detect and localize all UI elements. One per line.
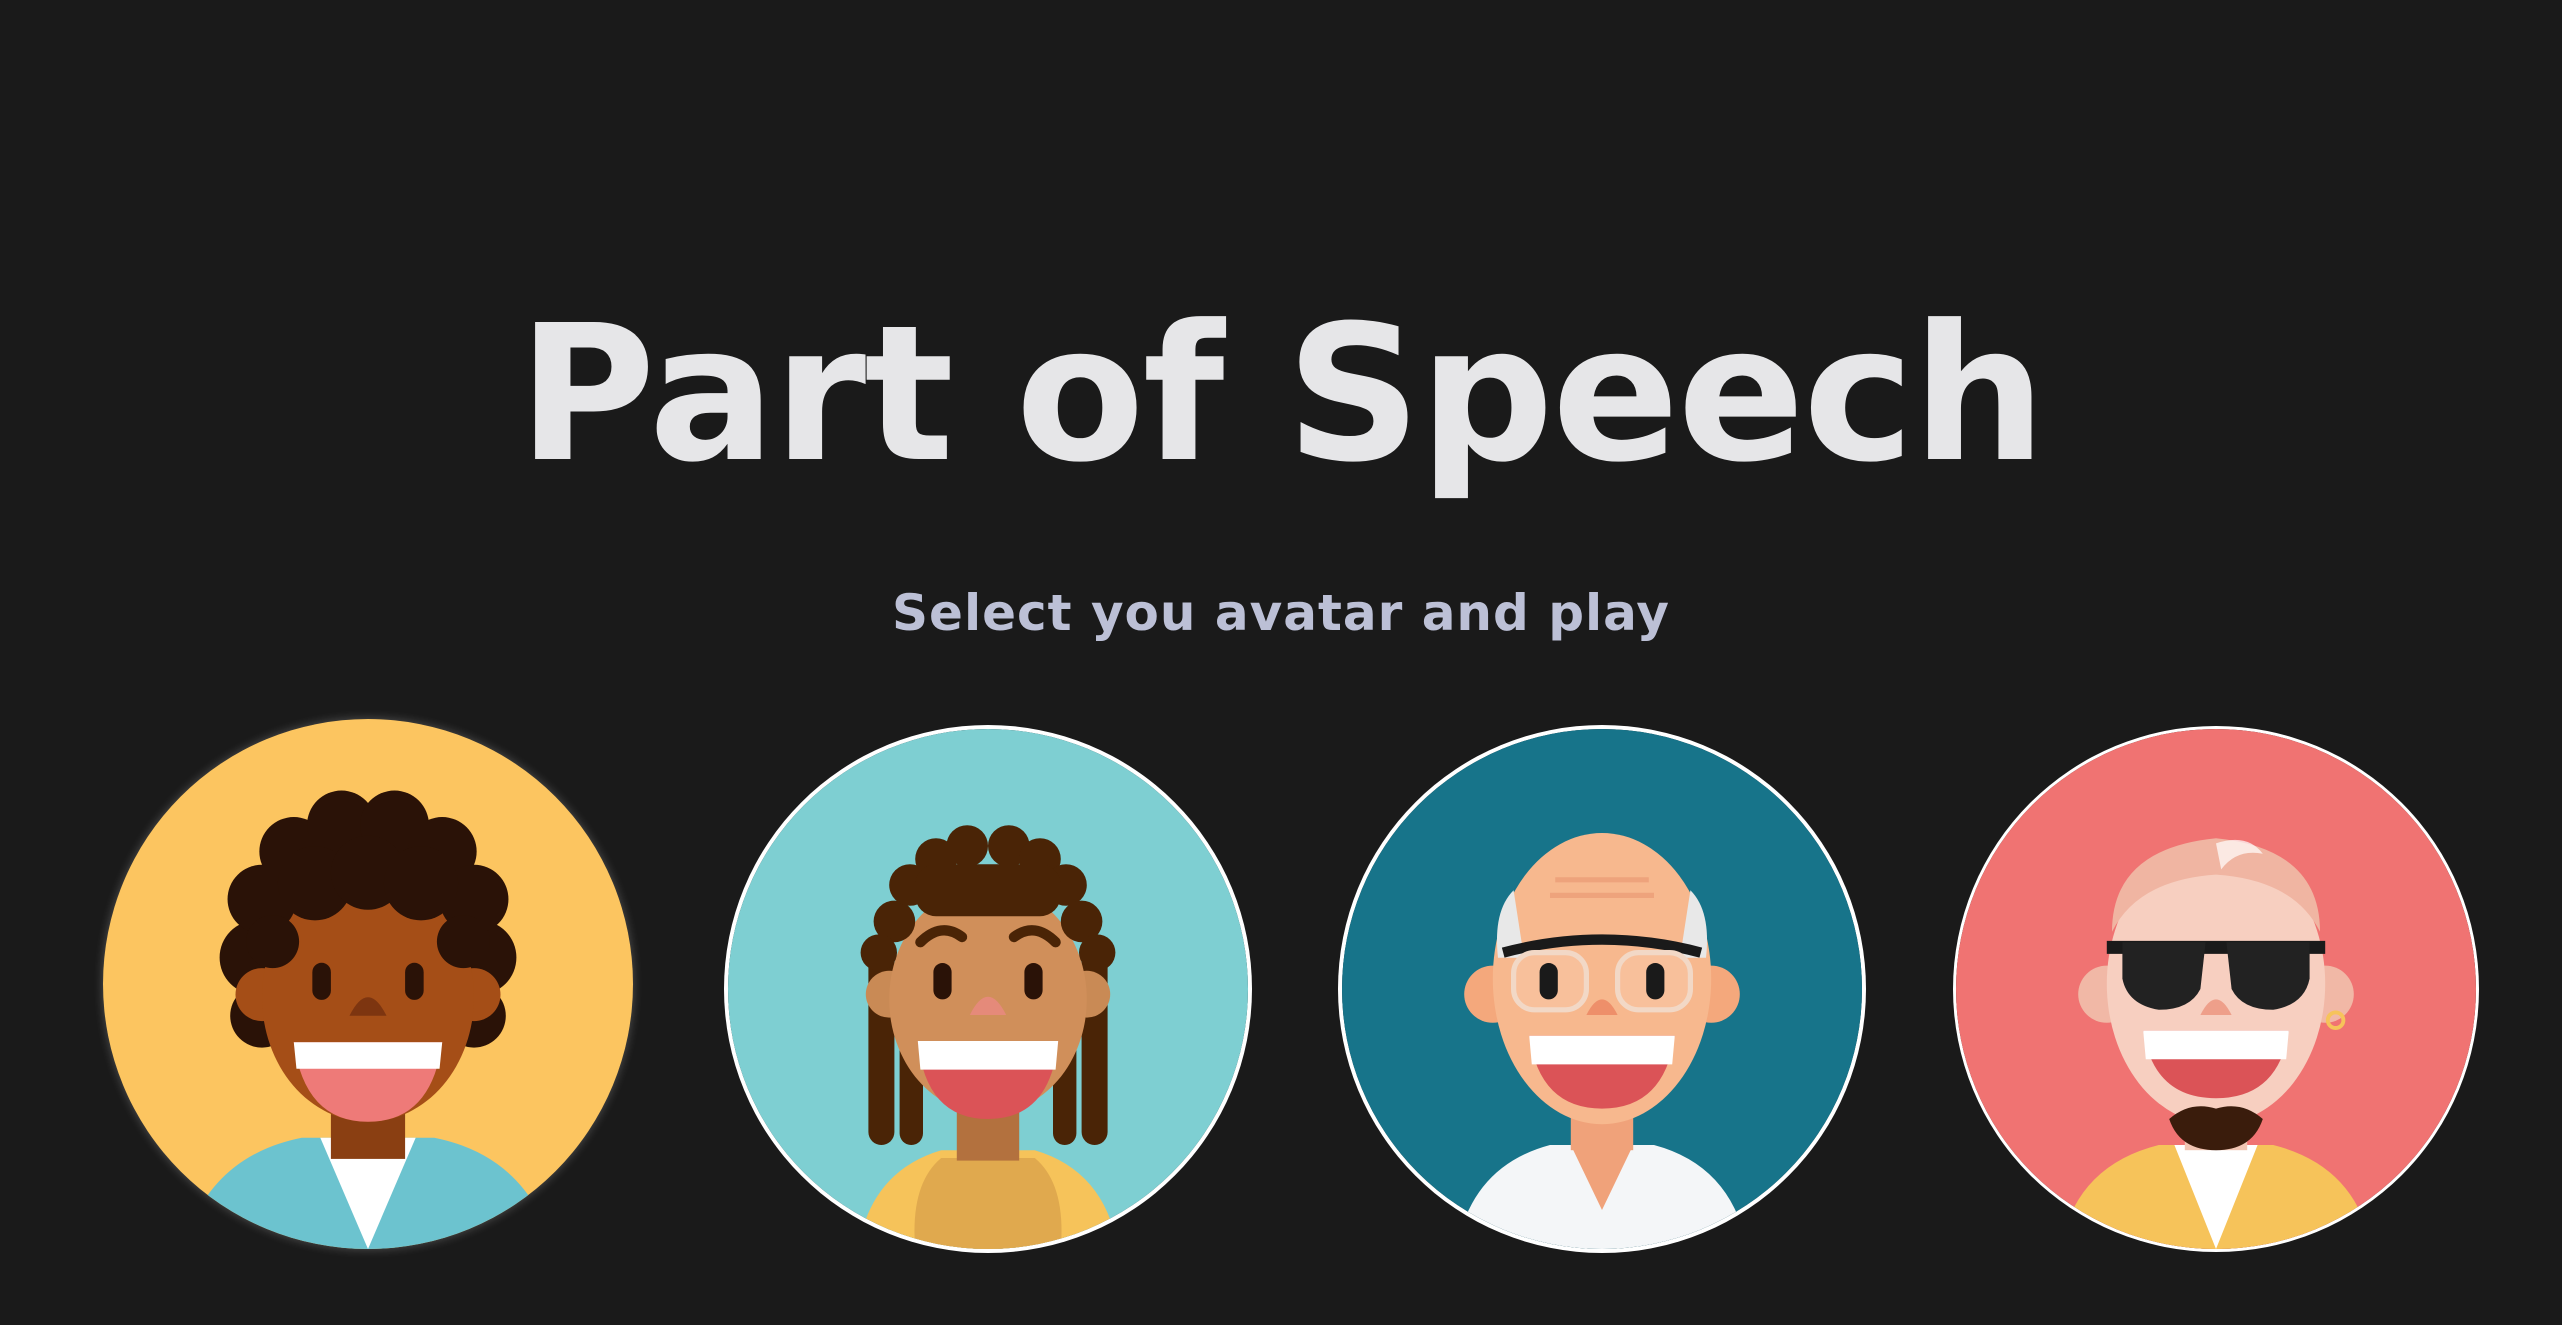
page-title: Part of Speech <box>517 285 2046 504</box>
avatar-option-2[interactable] <box>728 729 1248 1249</box>
braided-hair-girl-avatar-icon <box>728 729 1248 1249</box>
man-with-sunglasses-and-beard-avatar-icon <box>1956 729 2476 1249</box>
avatar-select-screen: Part of Speech Select you avatar and pla… <box>0 0 2562 1325</box>
curly-hair-boy-avatar-icon <box>103 719 633 1249</box>
avatar-option-3[interactable] <box>1342 729 1862 1249</box>
bald-man-with-glasses-avatar-icon <box>1342 729 1862 1249</box>
avatar-option-1[interactable] <box>103 719 633 1249</box>
avatar-option-4[interactable] <box>1956 729 2476 1249</box>
page-subtitle: Select you avatar and play <box>892 584 1670 642</box>
